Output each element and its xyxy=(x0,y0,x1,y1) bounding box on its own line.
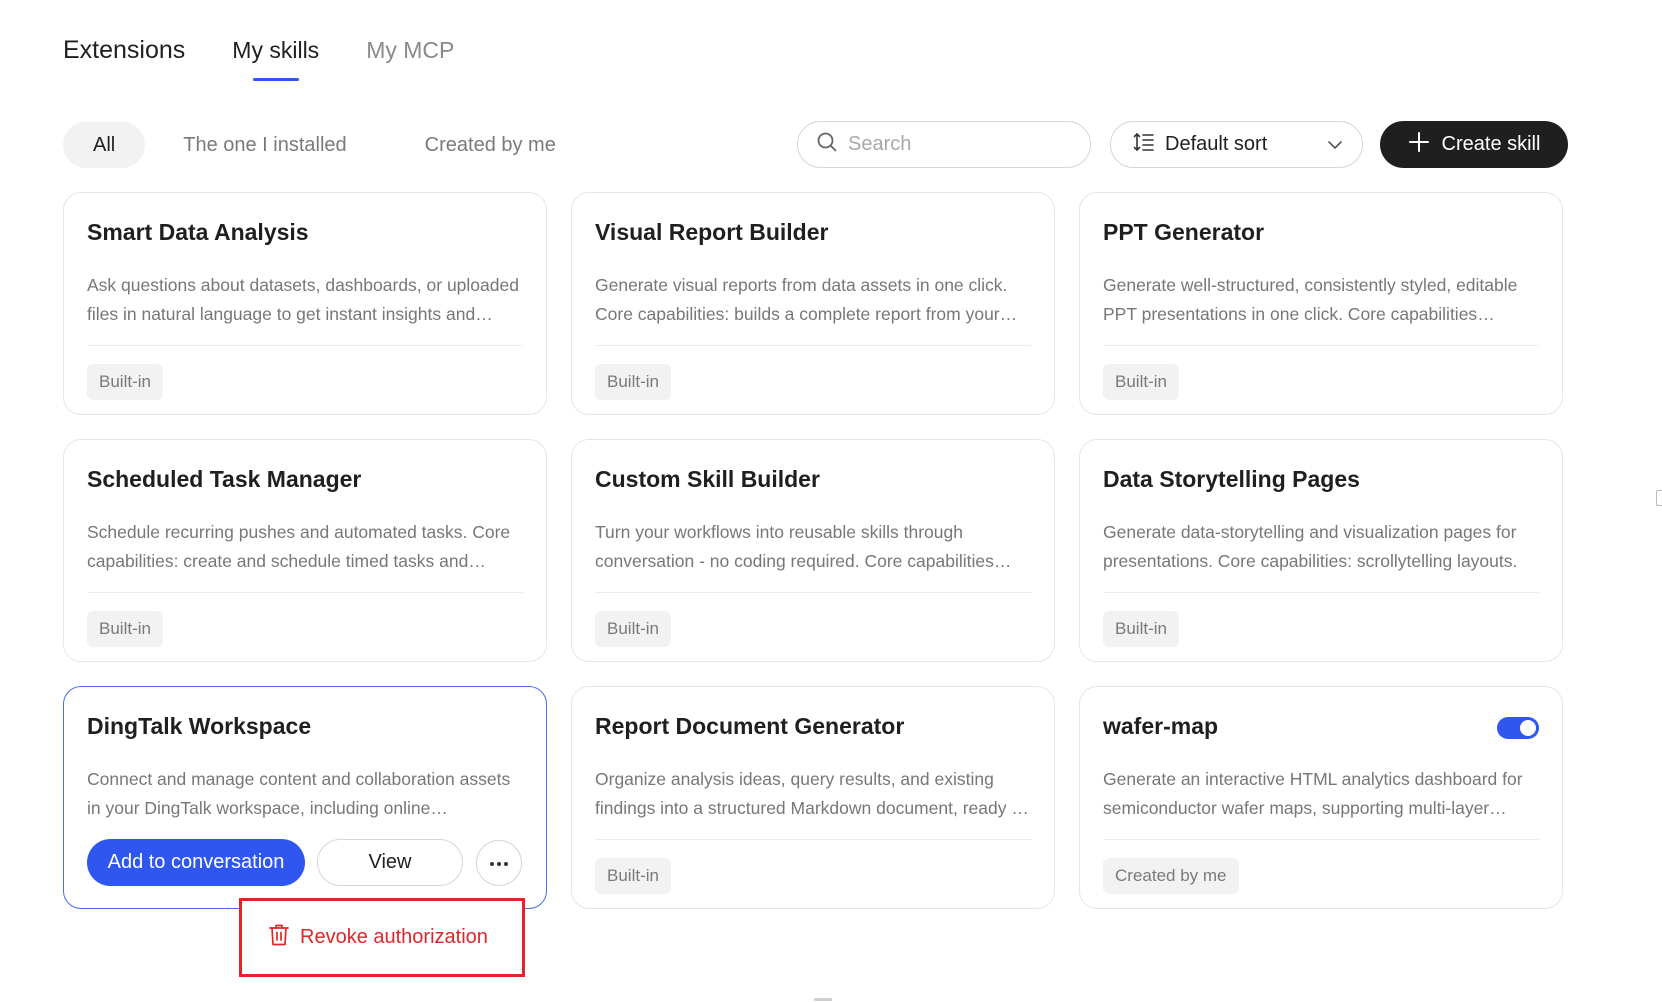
toggle-knob xyxy=(1520,720,1536,736)
skill-tag: Built-in xyxy=(1103,611,1179,647)
header-tabs: Extensions My skills My MCP xyxy=(63,32,501,68)
skill-card[interactable]: PPT Generator Generate well-structured, … xyxy=(1079,192,1563,415)
card-divider xyxy=(595,592,1031,593)
skill-card-hovered[interactable]: DingTalk Workspace Connect and manage co… xyxy=(63,686,547,909)
filter-installed[interactable]: The one I installed xyxy=(155,122,374,168)
card-divider xyxy=(87,345,523,346)
side-panel-handle[interactable] xyxy=(1656,490,1662,506)
skill-card[interactable]: Smart Data Analysis Ask questions about … xyxy=(63,192,547,415)
skill-description: Generate data-storytelling and visualiza… xyxy=(1103,522,1518,571)
skill-description: Schedule recurring pushes and automated … xyxy=(87,522,511,571)
sort-label: Default sort xyxy=(1165,133,1268,155)
tab-my-skills[interactable]: My skills xyxy=(232,32,319,68)
enable-toggle[interactable] xyxy=(1497,717,1539,739)
skill-title: Report Document Generator xyxy=(595,713,905,739)
skill-description: Generate well-structured, consistently s… xyxy=(1103,275,1518,324)
trash-icon xyxy=(268,923,290,952)
search-box[interactable] xyxy=(797,121,1091,168)
skill-card[interactable]: Scheduled Task Manager Schedule recurrin… xyxy=(63,439,547,662)
skill-title: Data Storytelling Pages xyxy=(1103,466,1360,492)
skill-title: Scheduled Task Manager xyxy=(87,466,362,492)
skill-tag: Built-in xyxy=(595,858,671,894)
filter-all[interactable]: All xyxy=(63,122,146,168)
card-divider xyxy=(87,592,523,593)
skill-title: wafer-map xyxy=(1103,713,1219,739)
skill-tag: Created by me xyxy=(1103,858,1239,894)
skill-description: Connect and manage content and collabora… xyxy=(87,769,511,818)
more-icon xyxy=(489,854,509,872)
card-actions: Add to conversation View xyxy=(87,839,522,886)
skill-description: Ask questions about datasets, dashboards… xyxy=(87,275,519,324)
plus-icon xyxy=(1408,131,1430,159)
filter-bar: All The one I installed Created by me xyxy=(63,122,594,168)
card-divider xyxy=(595,345,1031,346)
card-divider xyxy=(1103,345,1539,346)
page-title: Extensions xyxy=(63,36,186,64)
skill-tag: Built-in xyxy=(87,611,163,647)
chevron-down-icon xyxy=(1326,136,1344,159)
search-input[interactable] xyxy=(848,133,1068,156)
more-options-button[interactable] xyxy=(476,839,522,886)
sort-select[interactable]: Default sort xyxy=(1110,121,1363,168)
skill-card[interactable]: Visual Report Builder Generate visual re… xyxy=(571,192,1055,415)
scroll-indicator xyxy=(814,998,832,1001)
skill-description: Generate an interactive HTML analytics d… xyxy=(1103,769,1523,818)
revoke-authorization-menu-item[interactable]: Revoke authorization xyxy=(239,898,525,977)
skill-card[interactable]: Custom Skill Builder Turn your workflows… xyxy=(571,439,1055,662)
revoke-authorization-label: Revoke authorization xyxy=(300,926,488,948)
tab-my-mcp[interactable]: My MCP xyxy=(366,32,454,68)
filter-created-by-me[interactable]: Created by me xyxy=(397,122,584,168)
create-skill-button[interactable]: Create skill xyxy=(1380,121,1568,168)
add-to-conversation-button[interactable]: Add to conversation xyxy=(87,839,305,886)
card-divider xyxy=(595,839,1031,840)
skill-description: Turn your workflows into reusable skills… xyxy=(595,522,994,571)
skill-card[interactable]: Report Document Generator Organize analy… xyxy=(571,686,1055,909)
skill-tag: Built-in xyxy=(595,364,671,400)
extensions-page: Extensions My skills My MCP All The one … xyxy=(0,0,1662,1002)
skill-tag: Built-in xyxy=(87,364,163,400)
skill-title: Smart Data Analysis xyxy=(87,219,309,245)
skill-description: Generate visual reports from data assets… xyxy=(595,275,1008,324)
skill-card[interactable]: Data Storytelling Pages Generate data-st… xyxy=(1079,439,1563,662)
skills-grid: Smart Data Analysis Ask questions about … xyxy=(63,192,1563,912)
skill-tag: Built-in xyxy=(1103,364,1179,400)
skill-title: Custom Skill Builder xyxy=(595,466,820,492)
create-skill-label: Create skill xyxy=(1441,133,1541,155)
skill-description: Organize analysis ideas, query results, … xyxy=(595,769,1026,818)
skill-title: PPT Generator xyxy=(1103,219,1265,245)
search-icon xyxy=(816,131,838,158)
skill-title: DingTalk Workspace xyxy=(87,713,312,739)
skill-title: Visual Report Builder xyxy=(595,219,829,245)
card-divider xyxy=(1103,592,1539,593)
sort-icon xyxy=(1133,131,1155,158)
view-button[interactable]: View xyxy=(317,839,463,886)
skill-tag: Built-in xyxy=(595,611,671,647)
card-divider xyxy=(1103,839,1539,840)
skill-card[interactable]: wafer-map Generate an interactive HTML a… xyxy=(1079,686,1563,909)
